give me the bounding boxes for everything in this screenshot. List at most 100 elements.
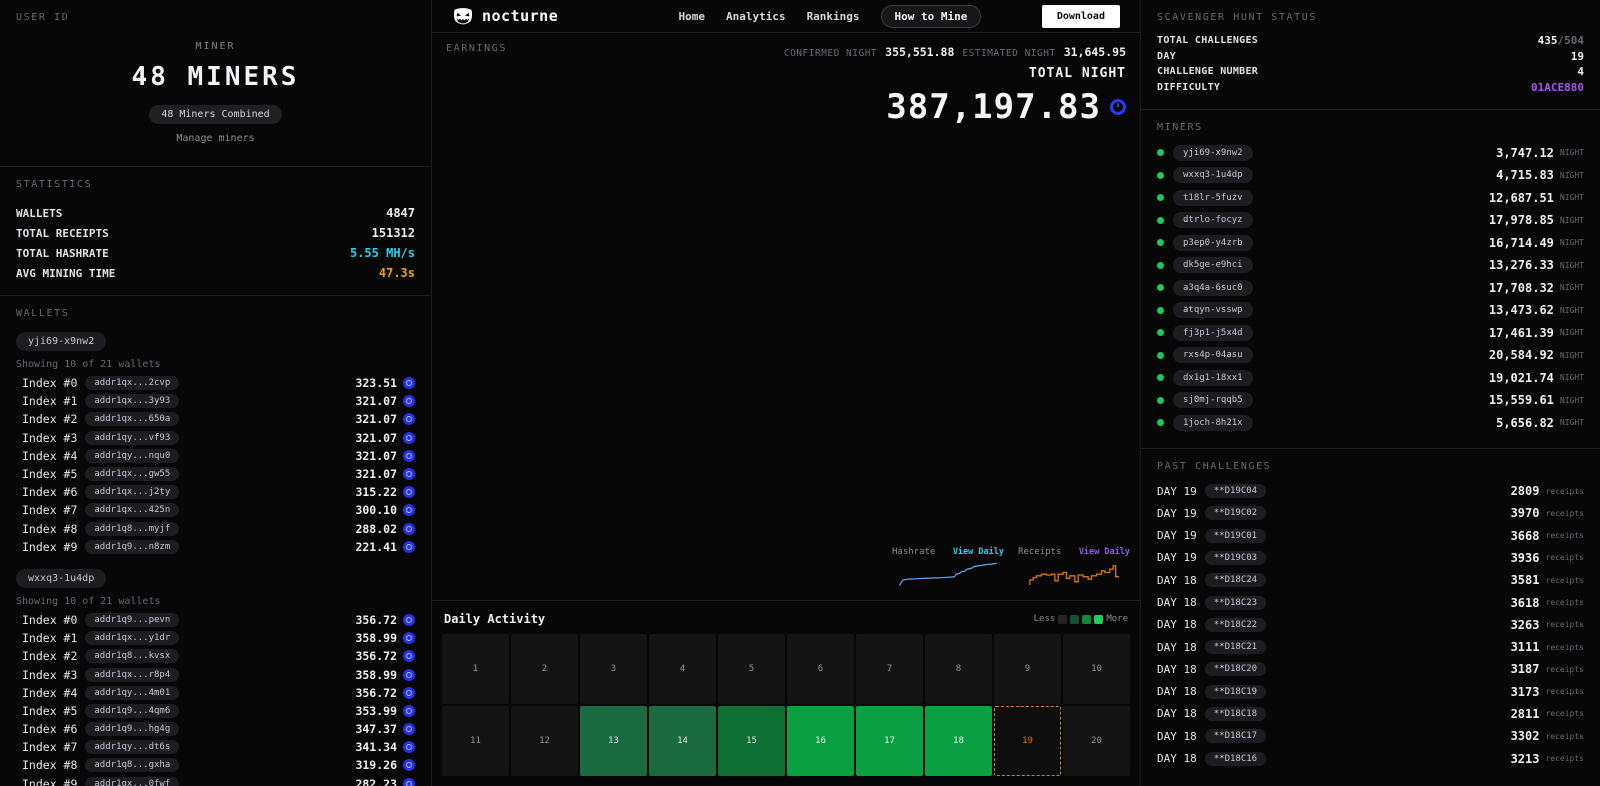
brand[interactable]: nocturne <box>452 7 558 25</box>
wallet-address-pill[interactable]: addr1qx...r8p4 <box>85 668 179 682</box>
miner-id-pill[interactable]: a3q4a-6suc0 <box>1173 280 1253 296</box>
wallet-index: Index #2 <box>22 412 77 426</box>
miner-row: rxs4p-04asu 20,584.92 NIGHT <box>1157 344 1584 367</box>
challenge-day: DAY 18 <box>1157 574 1197 587</box>
miner-id-pill[interactable]: rxs4p-04asu <box>1173 347 1253 363</box>
nav-link-how-to-mine[interactable]: How to Mine <box>881 5 982 28</box>
miner-id-pill[interactable]: 1joch-8h21x <box>1173 415 1253 431</box>
nav-link-analytics[interactable]: Analytics <box>726 10 786 23</box>
miner-night-value: 19,021.74 <box>1489 371 1554 385</box>
download-button[interactable]: Download <box>1042 5 1120 28</box>
challenge-receipt-count: 3970 <box>1511 506 1540 520</box>
miner-row: 1joch-8h21x 5,656.82 NIGHT <box>1157 411 1584 434</box>
wallet-address-pill[interactable]: addr1qy...4m01 <box>85 686 179 700</box>
calendar-day-cell[interactable]: 1 <box>442 634 509 704</box>
miner-id-pill[interactable]: p3ep0-y4zrb <box>1173 235 1253 251</box>
stat-row: TOTAL HASHRATE 5.55 MH/s <box>16 243 415 263</box>
miner-id-pill[interactable]: t18lr-5fuzv <box>1173 190 1253 206</box>
wallet-value: 321.07 <box>355 467 397 481</box>
miner-id-pill[interactable]: wxxq3-1u4dp <box>1173 167 1253 183</box>
wallet-address-pill[interactable]: addr1qx...3y93 <box>85 394 179 408</box>
miner-id-pill[interactable]: dtrlo-focyz <box>1173 212 1253 228</box>
calendar-day-cell[interactable]: 3 <box>580 634 647 704</box>
wallet-address-pill[interactable]: addr1q8...gxha <box>85 758 179 772</box>
wallet-address-pill[interactable]: addr1qy...dt6s <box>85 740 179 754</box>
calendar-day-cell[interactable]: 14 <box>649 706 716 776</box>
calendar-day-cell[interactable]: 5 <box>718 634 785 704</box>
miner-row: sj0mj-rqqb5 15,559.61 NIGHT <box>1157 389 1584 412</box>
wallet-address-pill[interactable]: addr1qy...vf93 <box>85 431 179 445</box>
miner-id-pill[interactable]: yji69-x9nw2 <box>1173 145 1253 161</box>
calendar-day-cell[interactable]: 19 <box>994 706 1061 776</box>
wallet-group-pill[interactable]: yji69-x9nw2 <box>16 332 106 351</box>
night-unit-label: NIGHT <box>1560 193 1584 202</box>
wallet-address-pill[interactable]: addr1q9...pevn <box>85 613 179 627</box>
miner-id-pill[interactable]: atqyn-vsswp <box>1173 302 1253 318</box>
miner-id-pill[interactable]: fj3p1-j5x4d <box>1173 325 1253 341</box>
miner-night-value: 17,461.39 <box>1489 326 1554 340</box>
calendar-day-cell[interactable]: 18 <box>925 706 992 776</box>
scavenger-stat-row: DAY 19 <box>1157 49 1584 65</box>
hashrate-view-daily-link[interactable]: View Daily <box>953 547 1004 557</box>
wallet-address-pill[interactable]: addr1q9...4qm6 <box>85 704 179 718</box>
calendar-day-cell[interactable]: 7 <box>856 634 923 704</box>
challenge-code-pill: **D18C22 <box>1205 618 1266 632</box>
calendar-day-cell[interactable]: 2 <box>511 634 578 704</box>
wallet-address-pill[interactable]: addr1qx...2cvp <box>85 376 179 390</box>
calendar-day-cell[interactable]: 17 <box>856 706 923 776</box>
calendar-day-cell[interactable]: 15 <box>718 706 785 776</box>
calendar-day-cell[interactable]: 16 <box>787 706 854 776</box>
wallet-address-pill[interactable]: addr1q9...n8zm <box>85 540 179 554</box>
scavenger-stat-row: DIFFICULTY 01ACE880 <box>1157 80 1584 96</box>
wallet-address-pill[interactable]: addr1q9...hg4g <box>85 722 179 736</box>
calendar-day-cell[interactable]: 13 <box>580 706 647 776</box>
night-token-icon <box>403 541 415 553</box>
challenge-receipt-count: 3936 <box>1511 551 1540 565</box>
miners-header: MINERS <box>1157 122 1584 133</box>
wallet-address-pill[interactable]: addr1qx...j2ty <box>85 485 179 499</box>
calendar-day-cell[interactable]: 20 <box>1063 706 1130 776</box>
activity-calendar: 1 2 3 4 5 6 7 8 9 10 <box>442 634 1130 776</box>
wallet-address-pill[interactable]: addr1q8...myjf <box>85 522 179 536</box>
calendar-day-cell[interactable]: 4 <box>649 634 716 704</box>
wallet-group-pill[interactable]: wxxq3-1u4dp <box>16 569 106 588</box>
online-dot-icon <box>1157 262 1164 269</box>
legend-less-label: Less <box>1034 614 1056 624</box>
online-dot-icon <box>1157 397 1164 404</box>
miner-id-pill[interactable]: sj0mj-rqqb5 <box>1173 392 1253 408</box>
miner-id-pill[interactable]: dk5ge-e9hci <box>1173 257 1253 273</box>
past-challenges-header: PAST CHALLENGES <box>1157 461 1584 472</box>
wallet-address-pill[interactable]: addr1q8...kvsx <box>85 649 179 663</box>
miner-id-pill[interactable]: dx1g1-18xx1 <box>1173 370 1253 386</box>
receipts-view-daily-link[interactable]: View Daily <box>1079 547 1130 557</box>
left-sidebar: USER ID MINER 48 MINERS 48 Miners Combin… <box>0 0 432 786</box>
challenge-row: DAY 18 **D18C24 3581 receipts <box>1157 569 1584 591</box>
wallet-address-pill[interactable]: addr1qx...425n <box>85 503 179 517</box>
miner-row: dx1g1-18xx1 19,021.74 NIGHT <box>1157 366 1584 389</box>
challenge-row: DAY 18 **D18C23 3618 receipts <box>1157 591 1584 613</box>
wallet-row: Index #1 addr1qx...y1dr 358.99 <box>16 629 415 647</box>
wallet-address-pill[interactable]: addr1qx...650a <box>85 412 179 426</box>
stat-row: AVG MINING TIME 47.3s <box>16 263 415 283</box>
challenge-day: DAY 19 <box>1157 529 1197 542</box>
challenge-day: DAY 19 <box>1157 507 1197 520</box>
calendar-day-cell[interactable]: 11 <box>442 706 509 776</box>
manage-miners-link[interactable]: Manage miners <box>16 133 415 144</box>
calendar-day-cell[interactable]: 6 <box>787 634 854 704</box>
info-clock-icon[interactable] <box>1110 99 1126 115</box>
calendar-day-cell[interactable]: 10 <box>1063 634 1130 704</box>
wallet-address-pill[interactable]: addr1qx...y1dr <box>85 631 179 645</box>
calendar-day-cell[interactable]: 9 <box>994 634 1061 704</box>
receipts-label: Receipts <box>1018 547 1061 557</box>
night-token-icon <box>403 687 415 699</box>
nav-link-rankings[interactable]: Rankings <box>807 10 860 23</box>
nav-link-home[interactable]: Home <box>678 10 705 23</box>
wallet-address-pill[interactable]: addr1qx...gw55 <box>85 467 179 481</box>
wallet-address-pill[interactable]: addr1qy...nqu0 <box>85 449 179 463</box>
wallet-showing-text: Showing 10 of 21 wallets <box>16 596 415 607</box>
calendar-day-cell[interactable]: 8 <box>925 634 992 704</box>
wallet-address-pill[interactable]: addr1qx...0fwf <box>85 777 179 786</box>
calendar-day-number: 1 <box>473 664 478 674</box>
calendar-day-cell[interactable]: 12 <box>511 706 578 776</box>
wallet-showing-text: Showing 10 of 21 wallets <box>16 359 415 370</box>
